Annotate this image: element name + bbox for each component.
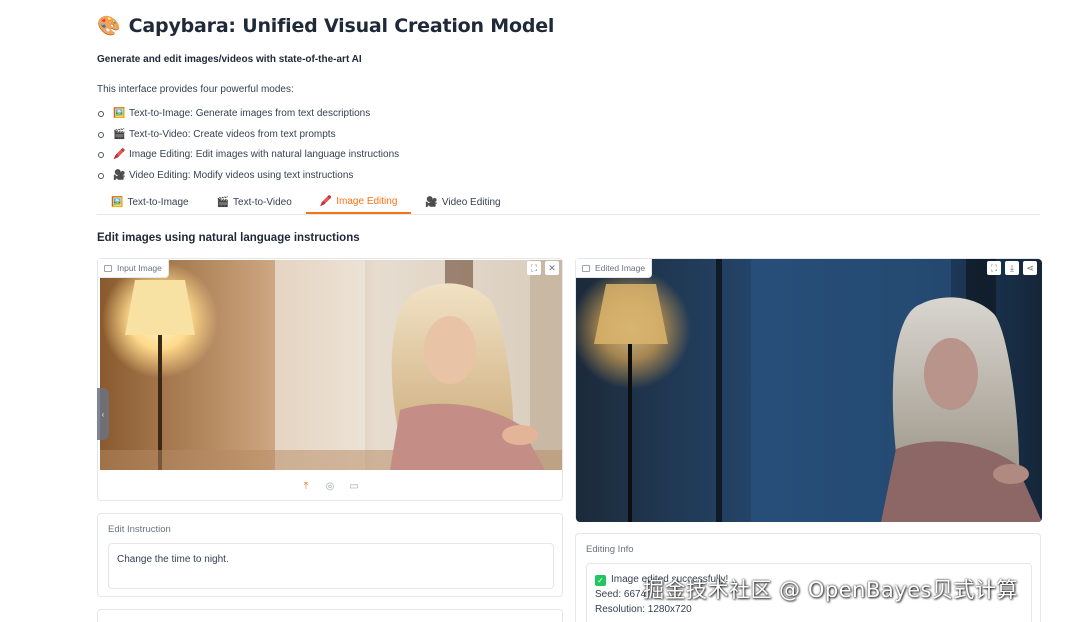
video-camera-icon: 🎥 — [425, 196, 438, 208]
mode-description: Image Editing: Edit images with natural … — [129, 149, 400, 161]
tab-video-editing[interactable]: 🎥 Video Editing — [411, 190, 514, 214]
download-icon[interactable]: ⤓ — [1005, 261, 1019, 275]
crayon-icon: 🖍️ — [319, 195, 333, 207]
mode-description: Text-to-Video: Create videos from text p… — [129, 128, 336, 140]
source-icons: ⤒ ◎ ▭ — [98, 479, 562, 493]
input-photo-svg — [100, 260, 562, 470]
palette-icon: 🎨 — [97, 15, 121, 37]
upload-icon[interactable]: ⤒ — [299, 479, 313, 493]
edited-image-label: Edited Image — [576, 259, 653, 278]
input-image[interactable] — [100, 260, 562, 470]
tab-label: Image Editing — [336, 195, 398, 207]
clapperboard-icon: 🎬 — [113, 128, 126, 140]
mode-description: Video Editing: Modify videos using text … — [129, 169, 354, 181]
picture-icon: 🖼️ — [113, 107, 126, 119]
close-icon[interactable]: ✕ — [545, 261, 559, 275]
editing-info-label: Editing Info — [586, 544, 634, 555]
fullscreen-icon[interactable]: ⛶ — [527, 261, 541, 275]
edit-instruction-label: Edit Instruction — [108, 524, 171, 535]
input-image-actions: ⛶ ✕ — [527, 261, 559, 275]
info-resolution: Resolution: 1280x720 — [595, 604, 692, 615]
mode-tabs: 🖼️ Text-to-Image 🎬 Text-to-Video 🖍️ Image E… — [97, 190, 1040, 215]
tab-label: Text-to-Image — [127, 196, 189, 208]
input-image-label: Input Image — [98, 259, 169, 278]
list-item: 🖍️ Image Editing: Edit images with natura… — [97, 144, 399, 165]
tab-label: Text-to-Video — [233, 196, 292, 208]
list-item: 🖼️ Text-to-Image: Generate images from te… — [97, 103, 399, 124]
clapperboard-icon: 🎬 — [216, 196, 230, 208]
edit-instruction-panel: Edit Instruction Change the time to nigh… — [97, 513, 563, 597]
app-header: 🎨 Capybara: Unified Visual Creation Mode… — [97, 12, 554, 40]
image-icon — [104, 264, 112, 272]
section-title: Edit images using natural language instr… — [97, 232, 360, 244]
list-item: 🎥 Video Editing: Modify videos using text… — [97, 165, 399, 186]
crayon-icon: 🖍️ — [113, 149, 126, 161]
edited-photo-svg — [576, 259, 1042, 522]
edit-instruction-input[interactable]: Change the time to night. — [108, 543, 554, 589]
edited-image-panel: Edited Image ⛶ ⤓ ⋖ — [575, 258, 1042, 522]
input-image-label-text: Input Image — [117, 263, 162, 273]
tab-image-editing[interactable]: 🖍️ Image Editing — [305, 190, 412, 214]
page-title: Capybara: Unified Visual Creation Model — [128, 15, 555, 37]
share-icon[interactable]: ⋖ — [1023, 261, 1037, 275]
intro-text: This interface provides four powerful mo… — [97, 84, 294, 95]
mode-description: Text-to-Image: Generate images from text… — [129, 107, 371, 119]
watermark: 掘金技术社区 @ OpenBayes贝式计算 — [643, 578, 1019, 602]
tab-text-to-image[interactable]: 🖼️ Text-to-Image — [97, 190, 203, 214]
edited-image[interactable] — [576, 259, 1042, 522]
picture-icon: 🖼️ — [111, 196, 124, 208]
modes-list: 🖼️ Text-to-Image: Generate images from te… — [97, 103, 399, 186]
additional-options-panel — [97, 609, 563, 622]
edited-image-label-text: Edited Image — [595, 263, 646, 273]
webcam-icon[interactable]: ◎ — [323, 479, 337, 493]
edited-image-actions: ⛶ ⤓ ⋖ — [987, 261, 1037, 275]
check-icon: ✓ — [595, 575, 606, 586]
panel-collapse-handle[interactable]: ‹ — [97, 388, 109, 440]
clipboard-icon[interactable]: ▭ — [347, 479, 361, 493]
fullscreen-icon[interactable]: ⛶ — [987, 261, 1001, 275]
input-image-panel: Input Image ⛶ ✕ ⤒ ◎ ▭ — [97, 258, 563, 501]
list-item: 🎬 Text-to-Video: Create videos from text … — [97, 124, 399, 145]
video-camera-icon: 🎥 — [113, 169, 126, 181]
tab-label: Video Editing — [441, 196, 501, 208]
image-icon — [582, 264, 590, 272]
tab-text-to-video[interactable]: 🎬 Text-to-Video — [203, 190, 306, 214]
page-subtitle: Generate and edit images/videos with sta… — [97, 54, 362, 65]
